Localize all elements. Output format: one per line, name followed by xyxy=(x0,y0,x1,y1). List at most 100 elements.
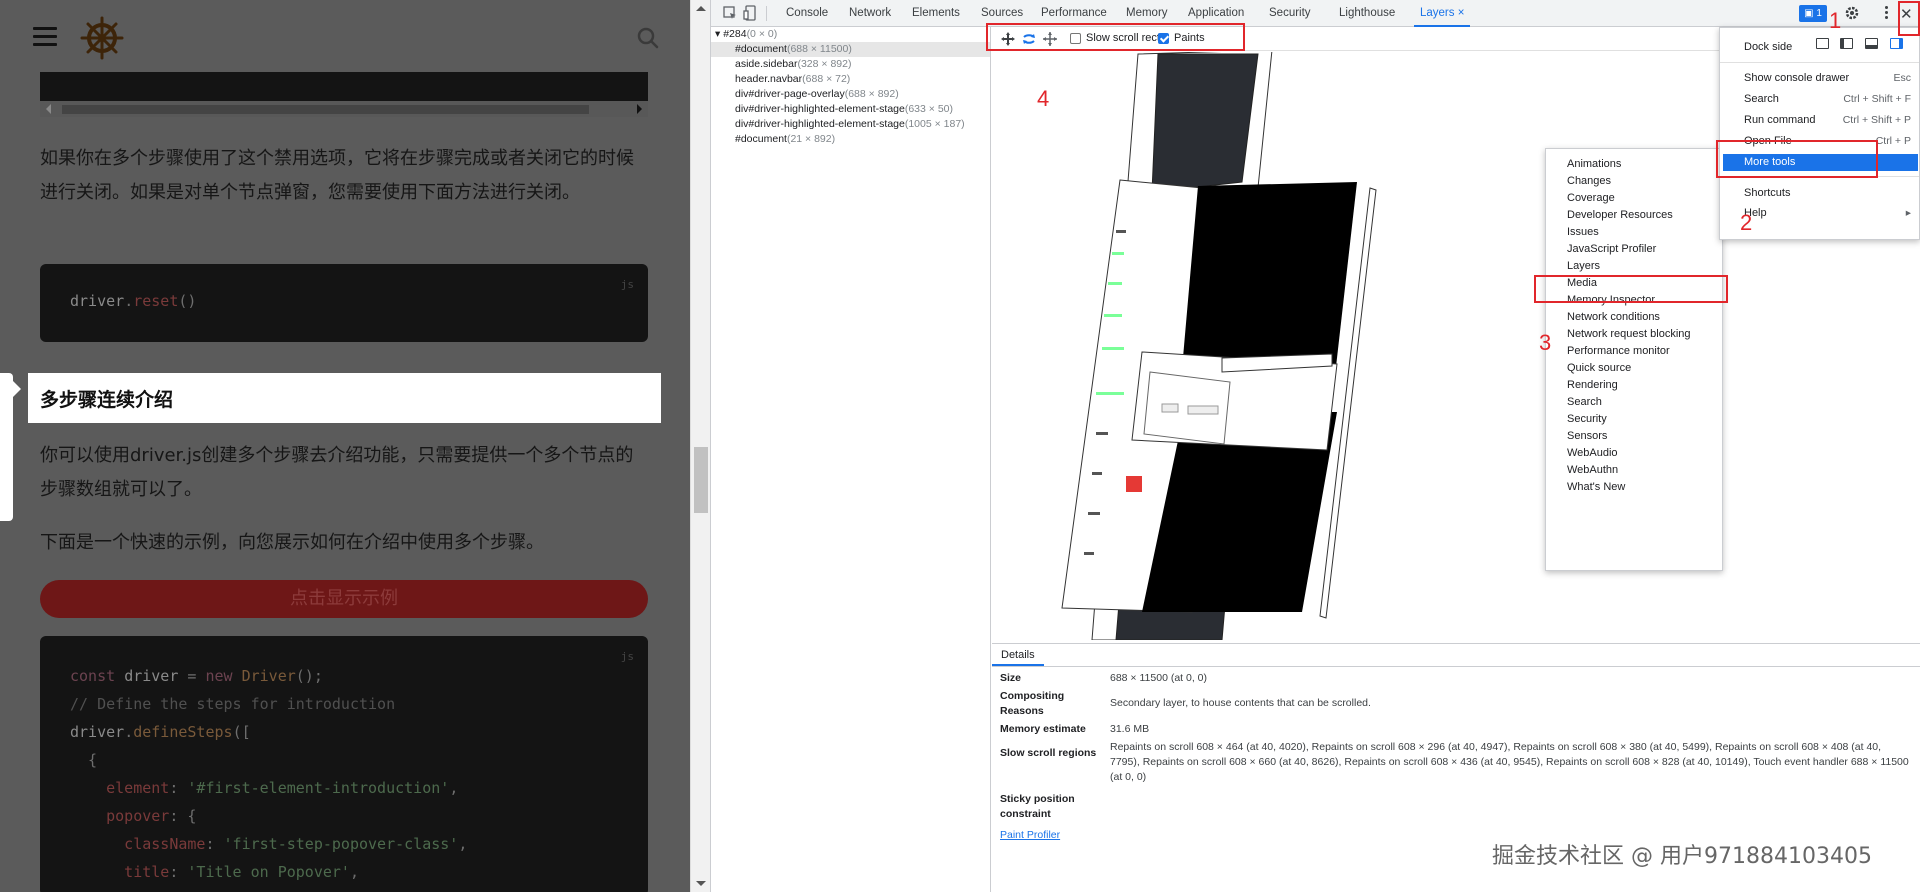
layer-tree-row[interactable]: div#driver-page-overlay(688 × 892) xyxy=(711,87,990,102)
undock-icon[interactable] xyxy=(1816,38,1829,49)
shortcut-text: Esc xyxy=(1893,72,1911,84)
tab-network[interactable]: Network xyxy=(849,0,891,27)
popover-btn-shape xyxy=(1161,403,1179,413)
search-icon[interactable] xyxy=(636,26,660,50)
tab-layers-label: Layers xyxy=(1420,7,1455,19)
divider xyxy=(766,6,767,21)
issues-count: 1 xyxy=(1816,8,1822,19)
paragraph: 下面是一个快速的示例，向您展示如何在介绍中使用多个步骤。 xyxy=(40,532,544,553)
code-line: driver.reset() xyxy=(70,292,197,310)
dock-left-icon[interactable] xyxy=(1840,38,1853,49)
code-lang-label: js xyxy=(620,650,634,663)
menu-item-network-request-blocking[interactable]: Network request blocking xyxy=(1567,326,1691,343)
menu-item-search[interactable]: Search xyxy=(1744,91,1779,108)
gear-icon[interactable] xyxy=(1844,5,1860,21)
layer-tree-row[interactable]: header.navbar(688 × 72) xyxy=(711,72,990,87)
menu-item-sensors[interactable]: Sensors xyxy=(1567,428,1607,445)
more-options-icon[interactable] xyxy=(1879,4,1893,22)
inspect-element-icon[interactable] xyxy=(722,5,738,21)
menu-item-search[interactable]: Search xyxy=(1567,394,1602,411)
page-vertical-scrollbar[interactable] xyxy=(690,0,710,892)
popover-arrow xyxy=(12,380,21,398)
devtools-tabbar: Console Network Elements Sources Perform… xyxy=(711,0,1920,27)
more-tools-submenu: Animations Changes Coverage Developer Re… xyxy=(1545,148,1723,571)
divider xyxy=(992,666,1920,667)
watermark: 掘金技术社区 @ 用户971884103405 xyxy=(1492,844,1872,869)
tab-elements[interactable]: Elements xyxy=(912,0,960,27)
menu-item-javascript-profiler[interactable]: JavaScript Profiler xyxy=(1567,241,1656,258)
menu-item-run-command[interactable]: Run command xyxy=(1744,112,1816,129)
tab-security[interactable]: Security xyxy=(1269,0,1311,27)
code-block-steps: js const driver = new Driver();// Define… xyxy=(40,636,648,892)
menu-item-show-console-drawer[interactable]: Show console drawer xyxy=(1744,70,1849,87)
layer-code-dark xyxy=(1151,53,1259,193)
devtools-main-menu: Dock side Show console drawer Esc Search… xyxy=(1719,27,1920,240)
tab-details[interactable]: Details xyxy=(992,644,1044,666)
scroll-down-icon[interactable] xyxy=(696,881,706,886)
dock-side-label: Dock side xyxy=(1744,41,1793,53)
shortcut-text: Ctrl + P xyxy=(1875,135,1911,147)
paragraph: 你可以使用driver.js创建多个步骤去介绍功能，只需要提供一个多个节点的步骤… xyxy=(40,445,634,500)
detail-memory: Memory estimate 31.6 MB xyxy=(1000,723,1150,735)
layer-tree-row[interactable]: div#driver-highlighted-element-stage(633… xyxy=(711,102,990,117)
annotation-number-2: 2 xyxy=(1740,210,1753,235)
layer-tree-row[interactable]: #document(21 × 892) xyxy=(711,132,990,147)
code-lines: const driver = new Driver();// Define th… xyxy=(70,667,468,881)
scroll-thumb[interactable] xyxy=(62,105,589,114)
show-example-button[interactable]: 点击显示示例 xyxy=(40,580,648,618)
tab-lighthouse[interactable]: Lighthouse xyxy=(1339,0,1395,27)
menu-item-quick-source[interactable]: Quick source xyxy=(1567,360,1631,377)
annotation-box-4 xyxy=(986,23,1245,51)
code-horizontal-scrollbar[interactable] xyxy=(40,101,648,117)
layer-tree-row[interactable]: div#driver-highlighted-element-stage(100… xyxy=(711,117,990,132)
menu-item-changes[interactable]: Changes xyxy=(1567,173,1611,190)
device-toolbar-icon[interactable] xyxy=(743,5,759,21)
dock-bottom-icon[interactable] xyxy=(1865,38,1878,49)
layer-tree-row[interactable]: aside.sidebar(328 × 892) xyxy=(711,57,990,72)
code-lang-label: js xyxy=(620,278,634,291)
red-button-layer xyxy=(1126,476,1142,492)
menu-item-shortcuts[interactable]: Shortcuts xyxy=(1744,185,1790,202)
menu-item-issues[interactable]: Issues xyxy=(1567,224,1599,241)
paint-profiler-link[interactable]: Paint Profiler xyxy=(1000,829,1060,841)
web-page: 如果你在多个步骤使用了这个禁用选项，它将在步骤完成或者关闭它的时候进行关闭。如果… xyxy=(0,0,690,892)
tab-console[interactable]: Console xyxy=(786,0,828,27)
menu-item-webauthn[interactable]: WebAuthn xyxy=(1567,462,1618,479)
scroll-up-icon[interactable] xyxy=(696,6,706,11)
layer-tree: ▾ #284(0 × 0) #document(688 × 11500) asi… xyxy=(711,27,991,892)
menu-item-security[interactable]: Security xyxy=(1567,411,1607,428)
dock-right-icon[interactable] xyxy=(1890,38,1903,49)
menu-item-layers[interactable]: Layers xyxy=(1567,258,1600,275)
menu-item-performance-monitor[interactable]: Performance monitor xyxy=(1567,343,1670,360)
scroll-right-icon[interactable] xyxy=(637,104,642,114)
issues-badge[interactable]: ▣ 1 xyxy=(1799,5,1827,22)
menu-item-network-conditions[interactable]: Network conditions xyxy=(1567,309,1660,326)
menu-item-whats-new[interactable]: What's New xyxy=(1567,479,1625,496)
layer-tree-row[interactable]: ▾ #284(0 × 0) xyxy=(711,27,990,42)
logo-wheel-icon xyxy=(80,16,124,60)
scroll-left-icon[interactable] xyxy=(46,104,51,114)
tab-close-icon[interactable]: × xyxy=(1458,7,1465,19)
tab-layers[interactable]: Layers × xyxy=(1414,0,1471,27)
scroll-thumb[interactable] xyxy=(694,447,708,513)
layer-tree-row-selected[interactable]: #document(688 × 11500) xyxy=(711,42,990,57)
menu-item-rendering[interactable]: Rendering xyxy=(1567,377,1618,394)
popover-btn-shape xyxy=(1187,405,1219,415)
menu-icon[interactable] xyxy=(33,27,57,47)
menu-item-coverage[interactable]: Coverage xyxy=(1567,190,1615,207)
annotation-number-4: 4 xyxy=(1037,86,1050,111)
detail-sticky: Sticky position constraint xyxy=(1000,793,1075,820)
code-block-top xyxy=(40,72,648,101)
menu-item-developer-resources[interactable]: Developer Resources xyxy=(1567,207,1673,224)
detail-size: Size 688 × 11500 (at 0, 0) xyxy=(1000,672,1208,684)
menu-item-webaudio[interactable]: WebAudio xyxy=(1567,445,1618,462)
shortcut-text: Ctrl + Shift + P xyxy=(1842,114,1911,126)
code-block-reset: js driver.reset() xyxy=(40,264,648,342)
detail-slow-scroll: Slow scroll regions Repaints on scroll 60… xyxy=(1000,741,1909,783)
annotation-box-1 xyxy=(1898,1,1920,36)
menu-item-animations[interactable]: Animations xyxy=(1567,156,1621,173)
annotation-number-1: 1 xyxy=(1829,8,1842,33)
annotation-box-2 xyxy=(1716,140,1878,178)
divider xyxy=(1720,62,1919,63)
highlighted-element: 多步骤连续介绍 xyxy=(28,373,661,423)
